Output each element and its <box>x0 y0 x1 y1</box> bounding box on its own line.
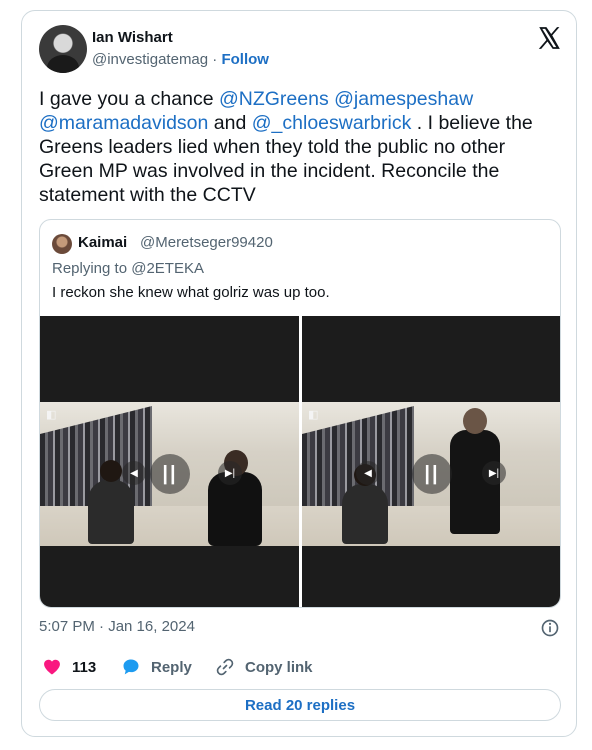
author-handle[interactable]: @investigatemag <box>92 51 208 68</box>
like-button[interactable]: 113 <box>42 657 96 677</box>
pause-button[interactable]: || <box>412 454 452 494</box>
read-replies-button[interactable]: Read 20 replies <box>39 689 561 721</box>
tweet-text-and: and <box>208 112 252 134</box>
mention-maramadavidson[interactable]: @maramadavidson <box>39 112 208 134</box>
quoted-media[interactable]: ◧ ◀ || ▶| ◧ ◀ || ▶| <box>40 316 560 607</box>
cctv-person <box>88 460 134 544</box>
mention-jamespeshaw[interactable]: @jamespeshaw <box>334 88 473 110</box>
info-icon[interactable] <box>540 618 560 638</box>
mention-chloeswarbrick[interactable]: @_chloeswarbrick <box>252 112 412 134</box>
quoted-tweet[interactable]: Kaimai @Meretseger99420 Replying to @2ET… <box>39 219 561 608</box>
store-floor <box>302 506 560 546</box>
speech-bubble-icon <box>123 659 139 675</box>
camera-marker: ◧ <box>308 409 319 421</box>
prev-frame-button[interactable]: ◀ <box>356 461 380 485</box>
tweet-text: I gave you a chance @NZGreens @jamespesh… <box>39 87 559 207</box>
like-count: 113 <box>72 658 97 676</box>
copy-link-label: Copy link <box>245 658 313 676</box>
quoted-tweet-text: I reckon she knew what golriz was up too… <box>52 284 330 301</box>
quoted-author-handle: @Meretseger99420 <box>140 234 273 251</box>
pause-button[interactable]: || <box>150 454 190 494</box>
x-logo-icon[interactable] <box>536 25 562 51</box>
author-name[interactable]: Ian Wishart <box>92 29 173 46</box>
heart-icon <box>44 659 60 675</box>
quoted-author-name: Kaimai <box>78 234 128 251</box>
next-frame-button[interactable]: ▶| <box>482 461 506 485</box>
video-panel-left[interactable]: ◧ ◀ || ▶| <box>40 316 299 607</box>
camera-marker: ◧ <box>46 409 57 421</box>
follow-button[interactable]: Follow <box>221 51 269 68</box>
handle-separator: · <box>208 51 222 68</box>
mention-nzgreens[interactable]: @NZGreens <box>219 88 329 110</box>
link-icon <box>216 658 234 676</box>
author-avatar[interactable] <box>39 25 87 73</box>
copy-link-button[interactable]: Copy link <box>215 657 313 677</box>
cctv-person <box>342 464 388 544</box>
video-panel-right[interactable]: ◧ ◀ || ▶| <box>302 316 560 607</box>
reply-label: Reply <box>151 658 192 676</box>
author-handle-line: @investigatemag · Follow <box>92 51 269 68</box>
tweet-text-part: I gave you a chance <box>39 88 219 110</box>
replying-to-label: Replying to @2ETEKA <box>52 260 204 277</box>
tweet-timestamp[interactable]: 5:07 PM · Jan 16, 2024 <box>39 618 195 635</box>
next-frame-button[interactable]: ▶| <box>218 461 242 485</box>
prev-frame-button[interactable]: ◀ <box>122 461 146 485</box>
quoted-author-avatar <box>52 234 72 254</box>
tweet-actions: 113 Reply Copy link <box>39 657 559 679</box>
tweet-card: Ian Wishart @investigatemag · Follow I g… <box>21 10 577 737</box>
reply-button[interactable]: Reply <box>121 657 192 677</box>
